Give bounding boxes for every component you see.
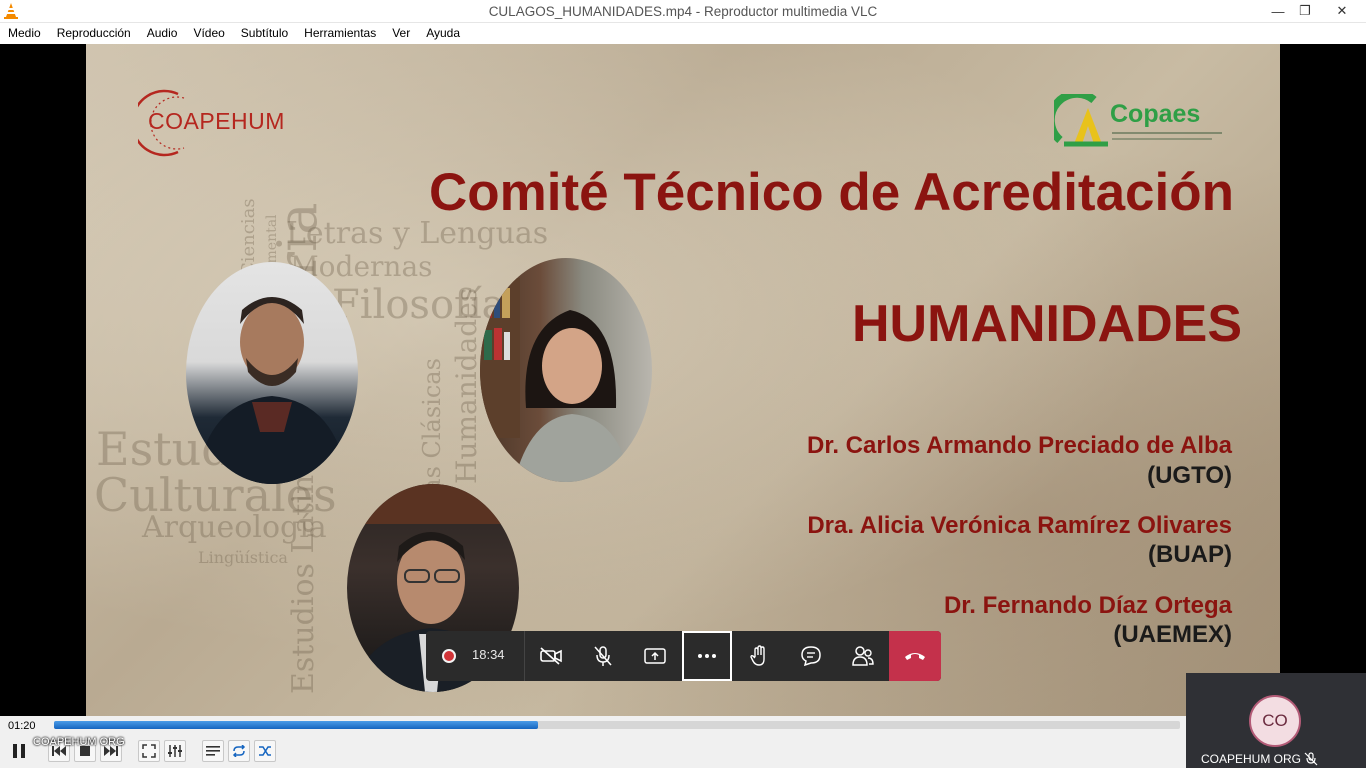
menu-video[interactable]: Vídeo: [185, 23, 232, 44]
camera-off-icon: [540, 647, 562, 665]
more-actions-button[interactable]: [682, 631, 732, 681]
mic-off-icon: [1304, 752, 1318, 766]
seek-bar[interactable]: [54, 721, 1180, 729]
recording-icon: [442, 649, 456, 663]
copaes-logo-line: [1112, 138, 1212, 140]
minimize-button[interactable]: —: [1263, 0, 1293, 22]
menu-bar: Medio Reproducción Audio Vídeo Subtítulo…: [0, 23, 1366, 44]
slide-subtitle: HUMANIDADES: [852, 295, 1242, 353]
fullscreen-icon: [142, 744, 156, 758]
extended-settings-button[interactable]: [164, 740, 186, 762]
mic-toggle-button[interactable]: [577, 631, 629, 681]
menu-herramientas[interactable]: Herramientas: [296, 23, 384, 44]
person-institution-3: (UAEMEX): [1113, 621, 1232, 648]
loop-button[interactable]: [228, 740, 250, 762]
video-area[interactable]: Letras y Lenguas Modernas Filosofía Hist…: [0, 44, 1366, 716]
seek-bar-progress: [54, 721, 539, 729]
participants-button[interactable]: [837, 631, 889, 681]
copaes-logo-text: Copaes: [1110, 100, 1201, 128]
meeting-control-bar: 18:34: [426, 631, 941, 681]
raise-hand-button[interactable]: [733, 631, 785, 681]
menu-ayuda[interactable]: Ayuda: [418, 23, 468, 44]
person-name-1: Dr. Carlos Armando Preciado de Alba: [806, 432, 1232, 459]
portrait-photo-1: [186, 262, 358, 484]
menu-reproduccion[interactable]: Reproducción: [49, 23, 139, 44]
people-icon: [852, 646, 874, 666]
window-title: CULAGOS_HUMANIDADES.mp4 - Reproductor mu…: [488, 4, 878, 19]
portrait-2-silhouette-icon: [480, 278, 630, 482]
chat-button[interactable]: [785, 631, 837, 681]
phone-hangup-icon: [905, 653, 925, 660]
hang-up-button[interactable]: [889, 631, 941, 681]
fullscreen-button[interactable]: [138, 740, 160, 762]
self-view-name: COAPEHUM ORG: [1201, 752, 1302, 766]
watermark-linguistica: Lingüística: [198, 548, 288, 567]
watermark-humanidades: Humanidades: [450, 287, 483, 484]
menu-ver[interactable]: Ver: [384, 23, 418, 44]
maximize-button[interactable]: ❐: [1290, 0, 1320, 22]
menu-audio[interactable]: Audio: [139, 23, 186, 44]
loop-icon: [232, 745, 246, 757]
copaes-logo-line: [1112, 132, 1222, 134]
self-view-tile[interactable]: CO COAPEHUM ORG: [1186, 673, 1366, 768]
shuffle-icon: [259, 746, 271, 756]
share-tray-icon: [644, 648, 666, 664]
presentation-slide: Letras y Lenguas Modernas Filosofía Hist…: [86, 44, 1280, 716]
share-screen-button[interactable]: [629, 631, 681, 681]
pause-button[interactable]: [6, 738, 32, 764]
title-bar: CULAGOS_HUMANIDADES.mp4 - Reproductor mu…: [0, 0, 1366, 23]
coapehum-logo-text: COAPEHUM: [148, 108, 285, 134]
person-name-2: Dra. Alicia Verónica Ramírez Olivares: [807, 512, 1232, 539]
avatar: CO: [1249, 695, 1301, 747]
playlist-button[interactable]: [202, 740, 224, 762]
person-institution-2: (BUAP): [1148, 541, 1232, 568]
portrait-1-silhouette-icon: [196, 297, 348, 484]
hand-icon: [750, 645, 765, 666]
menu-medio[interactable]: Medio: [0, 23, 49, 44]
menu-subtitulo[interactable]: Subtítulo: [233, 23, 296, 44]
close-button[interactable]: ✕: [1322, 0, 1362, 22]
person-name-3: Dr. Fernando Díaz Ortega: [943, 592, 1232, 619]
mic-off-icon: [594, 646, 612, 666]
elapsed-time: 01:20: [8, 720, 36, 732]
playlist-icon: [206, 746, 220, 756]
shuffle-button[interactable]: [254, 740, 276, 762]
slide-title: Comité Técnico de Acreditación: [429, 163, 1234, 222]
overlay-participant-name: COAPEHUM ORG: [33, 736, 125, 748]
meeting-timer: 18:34: [472, 647, 505, 662]
person-institution-1: (UGTO): [1147, 462, 1232, 489]
pause-icon: [13, 744, 25, 758]
player-controls: 01:20 COAPEHUM ORG: [0, 716, 1186, 768]
equalizer-sliders-icon: [168, 745, 182, 757]
portrait-photo-2: [480, 258, 652, 482]
camera-toggle-button[interactable]: [525, 631, 577, 681]
ellipsis-icon: [698, 654, 716, 658]
chat-bubble-icon: [801, 646, 821, 667]
